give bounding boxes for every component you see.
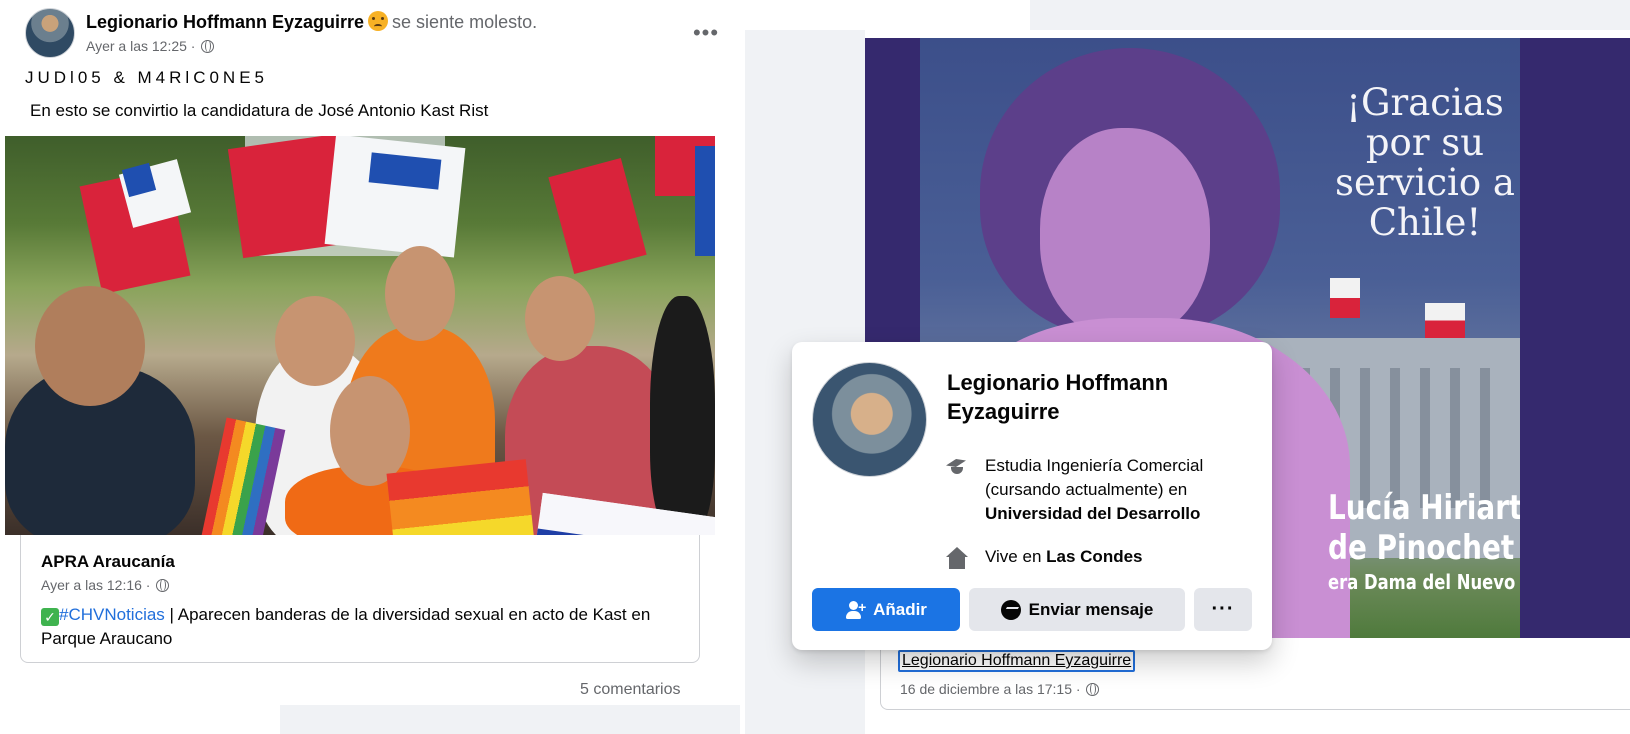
comments-count[interactable]: 5 comentarios xyxy=(580,681,681,699)
link-text: ✓ #CHVNoticias | Aparecen banderas de la … xyxy=(41,603,691,651)
author-avatar[interactable] xyxy=(25,8,75,58)
small-flag xyxy=(1425,303,1465,338)
hashtag-link[interactable]: #CHVNoticias xyxy=(59,605,165,624)
add-friend-button[interactable]: + Añadir xyxy=(812,588,960,631)
graduation-cap-icon xyxy=(945,456,969,478)
top-white-strip xyxy=(745,0,1030,30)
education-row: Estudia Ingeniería Comercial (cursando a… xyxy=(945,454,1255,529)
residence-place[interactable]: Las Condes xyxy=(1046,547,1142,566)
post-feeling: se siente molesto. xyxy=(392,12,538,32)
profile-hover-card: Legionario Hoffmann Eyzaguirre Estudia I… xyxy=(792,342,1272,650)
small-flag xyxy=(1330,278,1360,318)
link-source-name[interactable]: APRA Araucanía xyxy=(41,552,175,572)
chile-flag-right-blue xyxy=(695,146,715,256)
person-red-head xyxy=(525,276,595,361)
education-text: Estudia Ingeniería Comercial (cursando a… xyxy=(985,454,1255,526)
rn-flag-right xyxy=(548,157,647,275)
profile-avatar[interactable] xyxy=(812,362,927,477)
post-header: Legionario Hoffmann Eyzaguirre se siente … xyxy=(25,8,725,58)
profile-name[interactable]: Legionario Hoffmann Eyzaguirre xyxy=(947,368,1247,426)
more-actions-button[interactable]: ··· xyxy=(1194,588,1252,631)
shared-post-author-link[interactable]: Legionario Hoffmann Eyzaguirre xyxy=(898,650,1136,672)
residence-row: Vive en Las Condes xyxy=(945,545,1255,571)
portrait-face xyxy=(1040,128,1210,338)
poster-subtitle: era Dama del Nuevo Chile xyxy=(1328,570,1520,594)
person-orange-head xyxy=(385,246,455,341)
person-cap-head xyxy=(275,296,355,386)
residence-text: Vive en Las Condes xyxy=(985,545,1255,569)
home-icon xyxy=(945,547,969,569)
post-photo[interactable] xyxy=(5,136,715,535)
education-school[interactable]: Universidad del Desarrollo xyxy=(985,504,1200,523)
send-message-button[interactable]: Enviar mensaje xyxy=(969,588,1185,631)
send-message-label: Enviar mensaje xyxy=(1028,599,1154,619)
person-left-head xyxy=(35,286,145,406)
link-timestamp[interactable]: Ayer a las 12:16 · xyxy=(41,577,150,593)
person-mask xyxy=(650,296,715,535)
more-options-icon[interactable]: ••• xyxy=(688,18,724,54)
left-post: Legionario Hoffmann Eyzaguirre se siente … xyxy=(0,0,745,734)
check-mark-icon: ✓ xyxy=(41,608,59,626)
more-actions-label: ··· xyxy=(1211,598,1235,620)
post-timestamp[interactable]: Ayer a las 12:25 · xyxy=(86,38,195,54)
rainbow-flag-2 xyxy=(386,459,544,535)
globe-icon xyxy=(201,40,215,53)
messenger-icon xyxy=(1000,599,1021,620)
post-text-line2: En esto se convirtio la candidatura de J… xyxy=(30,101,489,120)
post-text-line1: JUDl05 & M4RlC0NE5 xyxy=(25,68,268,87)
globe-icon xyxy=(156,579,170,592)
post-author-name[interactable]: Legionario Hoffmann Eyzaguirre xyxy=(86,12,364,32)
poster-title: ¡Gracias por su servicio a Chile! xyxy=(1335,81,1515,244)
person-front-head xyxy=(330,376,410,486)
globe-icon xyxy=(1086,683,1100,696)
link-preview-card[interactable]: APRA Araucanía Ayer a las 12:16 · ✓ #CHVN… xyxy=(20,535,700,663)
poster-name-line1: Lucía Hiriart R. xyxy=(1328,488,1520,528)
add-friend-label: Añadir xyxy=(873,599,927,619)
post-timestamp-row: Ayer a las 12:25 · xyxy=(86,38,215,54)
bottom-background-strip xyxy=(280,705,740,734)
residence-prefix: Vive en xyxy=(985,547,1042,566)
education-prefix: Estudia Ingeniería Comercial (cursando a… xyxy=(985,456,1204,499)
annoyed-emoji-icon xyxy=(368,11,389,31)
link-timestamp-row: Ayer a las 12:16 · xyxy=(41,577,170,593)
poster-name-line2: de Pinochet xyxy=(1328,528,1515,568)
shared-timestamp[interactable]: 16 de diciembre a las 17:15 · xyxy=(900,681,1081,697)
add-user-icon: + xyxy=(845,599,866,619)
post-author-line: Legionario Hoffmann Eyzaguirre se siente … xyxy=(86,11,537,33)
shared-timestamp-row: 16 de diciembre a las 17:15 · xyxy=(900,681,1100,697)
